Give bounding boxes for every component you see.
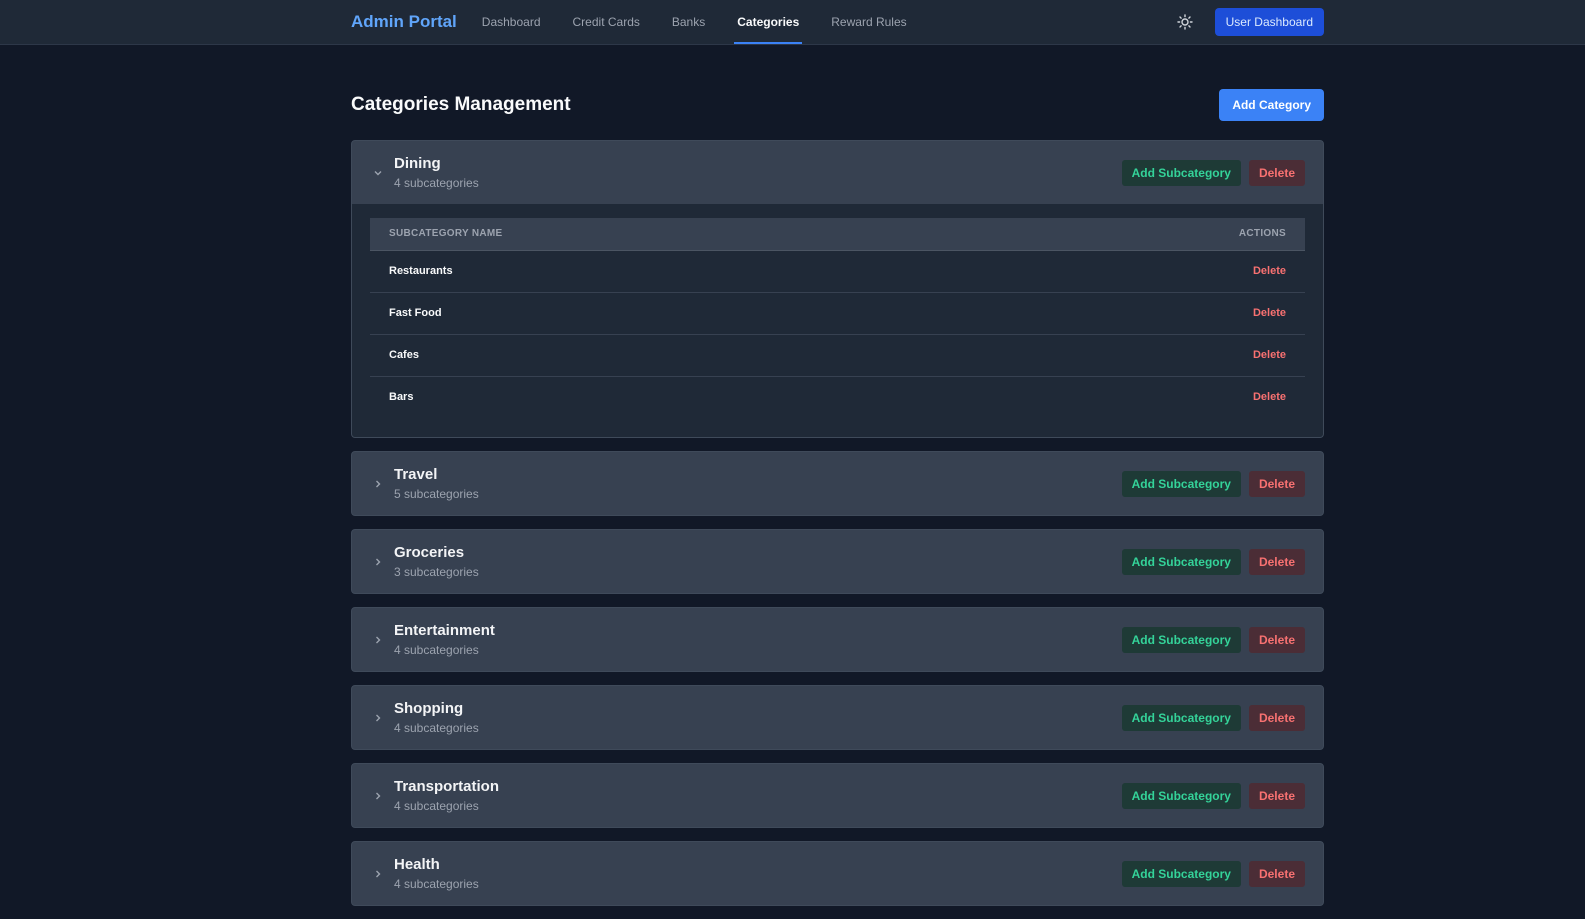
subcategory-count: 4 subcategories xyxy=(394,721,479,735)
category-card-health: Health 4 subcategories Add Subcategory D… xyxy=(351,841,1324,906)
table-row: Cafes Delete xyxy=(370,334,1305,377)
delete-category-button[interactable]: Delete xyxy=(1248,860,1305,887)
nav-categories[interactable]: Categories xyxy=(734,0,803,44)
subcategory-name: Restaurants xyxy=(370,250,969,293)
category-card-groceries: Groceries 3 subcategories Add Subcategor… xyxy=(351,529,1324,594)
category-card-transportation: Transportation 4 subcategories Add Subca… xyxy=(351,763,1324,828)
subcategory-count: 3 subcategories xyxy=(394,565,479,579)
subcategory-name: Fast Food xyxy=(370,292,969,335)
category-header[interactable]: Dining 4 subcategories Add Subcategory D… xyxy=(352,141,1323,204)
subcategory-count: 4 subcategories xyxy=(394,799,479,813)
category-header[interactable]: Health 4 subcategories Add Subcategory D… xyxy=(352,842,1323,905)
nav-banks[interactable]: Banks xyxy=(669,0,708,44)
nav-credit-cards[interactable]: Credit Cards xyxy=(570,0,643,44)
main-nav: Dashboard Credit Cards Banks Categories … xyxy=(479,0,936,44)
category-name: Dining xyxy=(394,155,441,172)
nav-reward-rules[interactable]: Reward Rules xyxy=(828,0,909,44)
top-navbar: Admin Portal Dashboard Credit Cards Bank… xyxy=(0,0,1585,45)
table-row: Bars Delete xyxy=(370,376,1305,418)
brand-logo[interactable]: Admin Portal xyxy=(351,12,457,32)
category-name: Transportation xyxy=(394,778,500,795)
delete-subcategory-button[interactable]: Delete xyxy=(969,376,1305,418)
add-subcategory-button[interactable]: Add Subcategory xyxy=(1121,548,1241,575)
category-header[interactable]: Transportation 4 subcategories Add Subca… xyxy=(352,764,1323,827)
chevron-right-icon[interactable] xyxy=(370,632,386,648)
category-card-dining: Dining 4 subcategories Add Subcategory D… xyxy=(351,140,1324,438)
category-card-entertainment: Entertainment 4 subcategories Add Subcat… xyxy=(351,607,1324,672)
chevron-down-icon[interactable] xyxy=(370,165,386,181)
subcategory-count: 4 subcategories xyxy=(394,176,479,190)
add-subcategory-button[interactable]: Add Subcategory xyxy=(1121,860,1241,887)
add-subcategory-button[interactable]: Add Subcategory xyxy=(1121,704,1241,731)
chevron-right-icon[interactable] xyxy=(370,788,386,804)
category-card-travel: Travel 5 subcategories Add Subcategory D… xyxy=(351,451,1324,516)
delete-category-button[interactable]: Delete xyxy=(1248,548,1305,575)
chevron-right-icon[interactable] xyxy=(370,710,386,726)
subcategory-panel: SUBCATEGORY NAME ACTIONS Restaurants Del… xyxy=(352,204,1323,437)
nav-dashboard[interactable]: Dashboard xyxy=(479,0,544,44)
add-category-button[interactable]: Add Category xyxy=(1219,89,1324,121)
delete-category-button[interactable]: Delete xyxy=(1248,470,1305,497)
chevron-right-icon[interactable] xyxy=(370,866,386,882)
chevron-right-icon[interactable] xyxy=(370,554,386,570)
category-card-shopping: Shopping 4 subcategories Add Subcategory… xyxy=(351,685,1324,750)
category-name: Entertainment xyxy=(394,622,495,639)
category-name: Travel xyxy=(394,466,438,483)
category-header[interactable]: Entertainment 4 subcategories Add Subcat… xyxy=(352,608,1323,671)
subcategory-count: 4 subcategories xyxy=(394,877,479,891)
page-title: Categories Management xyxy=(351,94,571,115)
subcategory-name: Cafes xyxy=(370,334,969,377)
category-header[interactable]: Travel 5 subcategories Add Subcategory D… xyxy=(352,452,1323,515)
column-header-actions: ACTIONS xyxy=(968,218,1305,251)
sun-icon[interactable] xyxy=(1175,12,1195,32)
user-dashboard-button[interactable]: User Dashboard xyxy=(1214,8,1324,36)
delete-category-button[interactable]: Delete xyxy=(1248,704,1305,731)
category-list: Dining 4 subcategories Add Subcategory D… xyxy=(351,140,1324,906)
column-header-name: SUBCATEGORY NAME xyxy=(370,218,969,251)
delete-category-button[interactable]: Delete xyxy=(1248,626,1305,653)
subcategory-count: 4 subcategories xyxy=(394,643,479,657)
table-row: Restaurants Delete xyxy=(370,250,1305,293)
add-subcategory-button[interactable]: Add Subcategory xyxy=(1121,470,1241,497)
delete-subcategory-button[interactable]: Delete xyxy=(968,334,1305,377)
subcategory-table: SUBCATEGORY NAME ACTIONS Restaurants Del… xyxy=(370,218,1305,418)
subcategory-count: 5 subcategories xyxy=(394,487,479,501)
table-row: Fast Food Delete xyxy=(370,292,1305,335)
category-header[interactable]: Shopping 4 subcategories Add Subcategory… xyxy=(352,686,1323,749)
category-header[interactable]: Groceries 3 subcategories Add Subcategor… xyxy=(352,530,1323,593)
category-name: Groceries xyxy=(394,544,465,561)
page-header: Categories Management Add Category xyxy=(351,89,1324,121)
category-name: Health xyxy=(394,856,440,873)
delete-category-button[interactable]: Delete xyxy=(1248,782,1305,809)
add-subcategory-button[interactable]: Add Subcategory xyxy=(1121,782,1241,809)
main-content: Categories Management Add Category Dinin… xyxy=(351,45,1324,919)
category-name: Shopping xyxy=(394,700,464,717)
add-subcategory-button[interactable]: Add Subcategory xyxy=(1121,626,1241,653)
chevron-right-icon[interactable] xyxy=(370,476,386,492)
delete-subcategory-button[interactable]: Delete xyxy=(968,292,1305,335)
subcategory-name: Bars xyxy=(389,391,414,404)
delete-subcategory-button[interactable]: Delete xyxy=(968,250,1305,293)
add-subcategory-button[interactable]: Add Subcategory xyxy=(1121,159,1241,186)
delete-category-button[interactable]: Delete xyxy=(1248,159,1305,186)
